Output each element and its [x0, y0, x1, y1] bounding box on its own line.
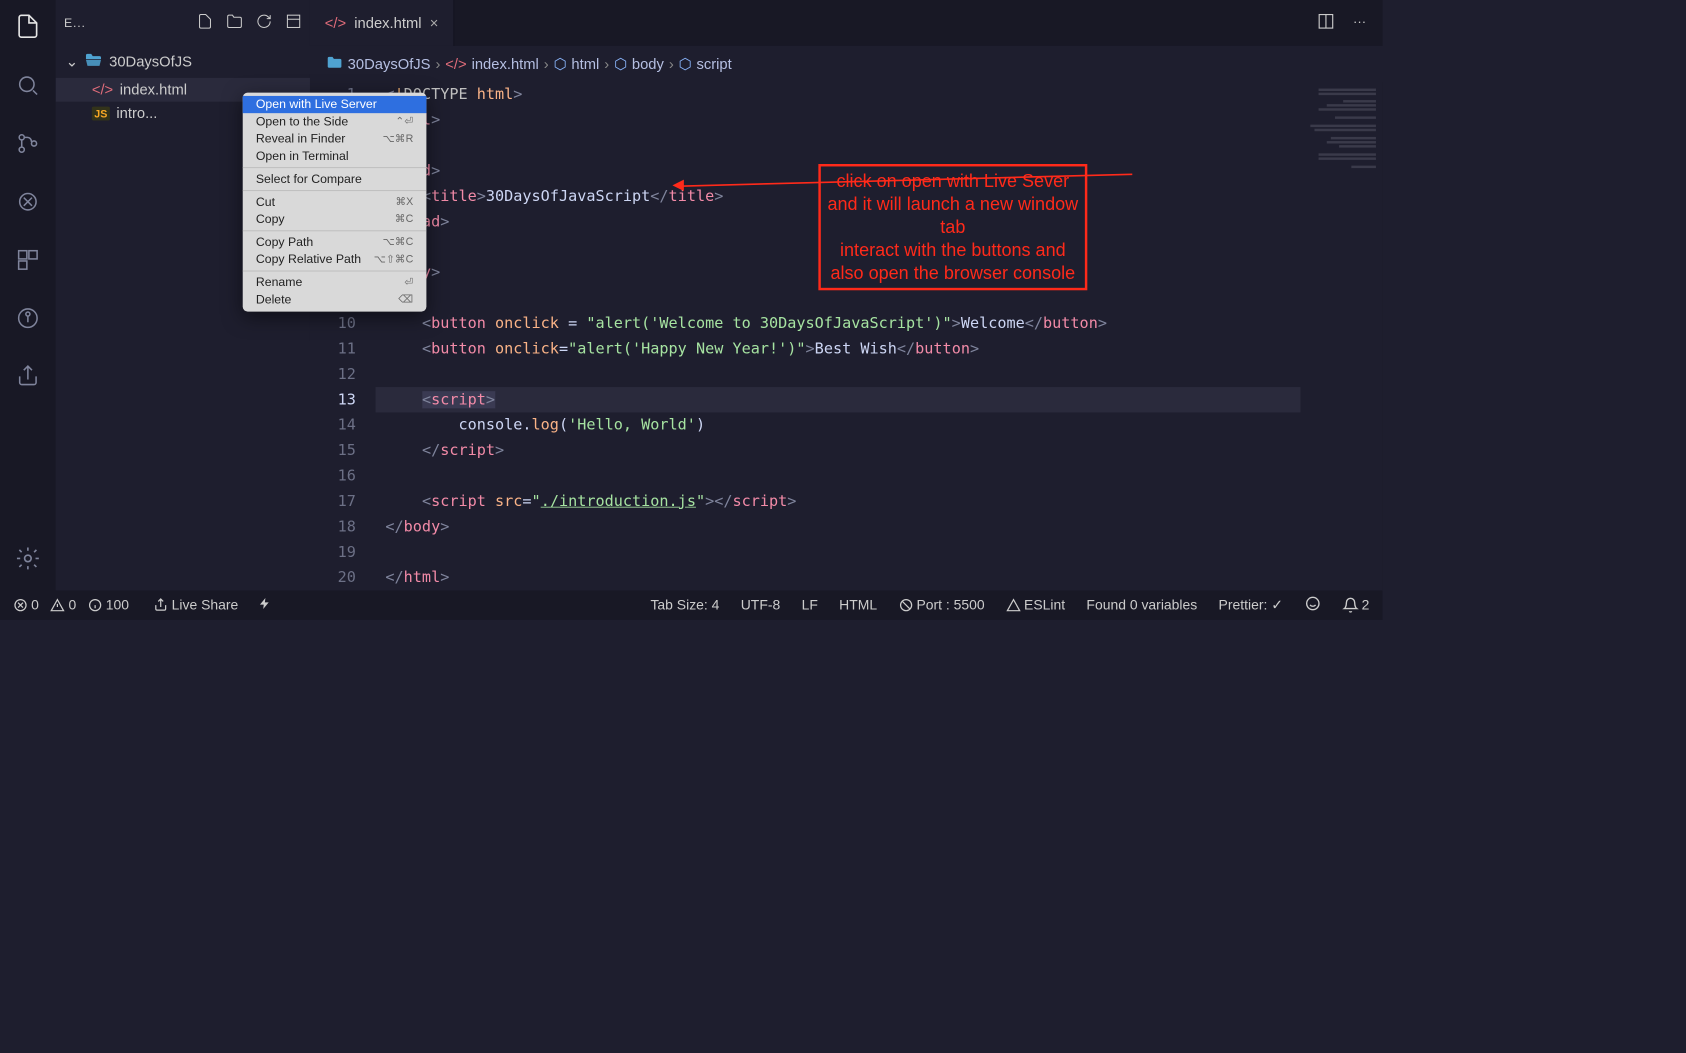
activity-bar: [0, 0, 56, 590]
new-folder-icon[interactable]: [226, 13, 242, 34]
status-encoding[interactable]: UTF-8: [741, 597, 781, 613]
more-icon[interactable]: ···: [1353, 16, 1366, 31]
debug-icon[interactable]: [16, 189, 41, 218]
context-menu-item[interactable]: Copy Path⌥⌘C: [243, 234, 427, 251]
chevron-right-icon: ›: [435, 55, 440, 72]
gear-icon[interactable]: [15, 545, 41, 575]
symbol-icon: ⬡: [679, 55, 692, 72]
bolt-icon[interactable]: [258, 597, 271, 614]
explorer-sidebar: E... ⌄ 30DaysOfJS </> index.html JS intr…: [56, 0, 310, 590]
tab-bar: </> index.html × ···: [310, 0, 1383, 46]
context-menu-item[interactable]: Open with Live Server: [243, 96, 427, 113]
minimap[interactable]: [1301, 82, 1383, 590]
editor-area: </> index.html × ··· 30DaysOfJS › </> in…: [310, 0, 1383, 590]
status-port[interactable]: Port : 5500: [898, 597, 984, 613]
git-icon[interactable]: [16, 306, 41, 335]
status-eol[interactable]: LF: [802, 597, 818, 613]
files-icon[interactable]: [15, 13, 41, 43]
split-editor-icon[interactable]: [1317, 12, 1335, 34]
context-menu-item[interactable]: Reveal in Finder⌥⌘R: [243, 130, 427, 147]
context-menu-item[interactable]: Select for Compare: [243, 171, 427, 188]
status-prettier[interactable]: Prettier: ✓: [1219, 597, 1283, 613]
context-menu-item[interactable]: Rename⏎: [243, 274, 427, 291]
html-file-icon: </>: [445, 55, 466, 72]
html-file-icon: </>: [325, 14, 346, 31]
new-file-icon[interactable]: [197, 13, 213, 34]
root-folder[interactable]: ⌄ 30DaysOfJS: [56, 46, 310, 78]
context-menu-item[interactable]: Open in Terminal: [243, 148, 427, 165]
tab-open-file[interactable]: </> index.html ×: [310, 0, 454, 46]
chevron-right-icon: ›: [544, 55, 549, 72]
file-name: index.html: [120, 81, 187, 98]
breadcrumb-item[interactable]: script: [696, 55, 731, 72]
chevron-right-icon: ›: [604, 55, 609, 72]
js-file-icon: JS: [92, 107, 110, 121]
chevron-down-icon: ⌄: [66, 53, 78, 70]
file-name: intro...: [116, 105, 157, 122]
breadcrumb-item[interactable]: html: [571, 55, 599, 72]
extensions-icon[interactable]: [16, 248, 41, 277]
context-menu-item[interactable]: Open to the Side⌃⏎: [243, 113, 427, 130]
context-menu-item[interactable]: Cut⌘X: [243, 194, 427, 211]
sidebar-title: E...: [64, 16, 184, 30]
status-eslint[interactable]: ESLint: [1006, 597, 1065, 613]
source-control-icon[interactable]: [16, 131, 41, 160]
collapse-icon[interactable]: [285, 13, 301, 34]
folder-name: 30DaysOfJS: [109, 53, 192, 70]
html-file-icon: </>: [92, 81, 113, 98]
status-bar: 0 0 100 Live Share Tab Size: 4 UTF-8 LF …: [0, 590, 1383, 620]
tab-label: index.html: [354, 14, 421, 31]
status-info[interactable]: 100: [88, 597, 129, 613]
folder-icon: [326, 54, 342, 75]
status-tabsize[interactable]: Tab Size: 4: [650, 597, 719, 613]
annotation-box: click on open with Live Sever and it wil…: [818, 164, 1087, 290]
status-language[interactable]: HTML: [839, 597, 877, 613]
status-errors[interactable]: 0: [13, 597, 39, 613]
share-icon[interactable]: [16, 364, 41, 393]
status-notifications[interactable]: 2: [1342, 597, 1369, 613]
breadcrumb-item[interactable]: body: [632, 55, 664, 72]
breadcrumb-item[interactable]: 30DaysOfJS: [348, 55, 431, 72]
annotation-arrowhead: [672, 180, 683, 191]
context-menu[interactable]: Open with Live ServerOpen to the Side⌃⏎R…: [243, 93, 427, 312]
code-content[interactable]: <!DOCTYPE html><html><head> <title>30Day…: [376, 82, 1301, 590]
symbol-icon: ⬡: [614, 55, 627, 72]
close-icon[interactable]: ×: [430, 14, 439, 31]
status-liveshare[interactable]: Live Share: [154, 597, 239, 613]
status-warnings[interactable]: 0: [50, 597, 76, 613]
context-menu-item[interactable]: Delete⌫: [243, 291, 427, 308]
context-menu-item[interactable]: Copy⌘C: [243, 211, 427, 228]
breadcrumb-item[interactable]: index.html: [472, 55, 539, 72]
context-menu-item[interactable]: Copy Relative Path⌥⇧⌘C: [243, 251, 427, 268]
breadcrumb[interactable]: 30DaysOfJS › </> index.html › ⬡ html › ⬡…: [310, 46, 1383, 82]
symbol-icon: ⬡: [554, 55, 567, 72]
status-variables[interactable]: Found 0 variables: [1086, 597, 1197, 613]
code-editor[interactable]: 1234567891011121314151617181920 <!DOCTYP…: [310, 82, 1383, 590]
refresh-icon[interactable]: [256, 13, 272, 34]
chevron-right-icon: ›: [669, 55, 674, 72]
folder-open-icon: [85, 51, 103, 73]
search-icon[interactable]: [16, 73, 41, 102]
status-smiley-icon[interactable]: [1304, 595, 1320, 616]
